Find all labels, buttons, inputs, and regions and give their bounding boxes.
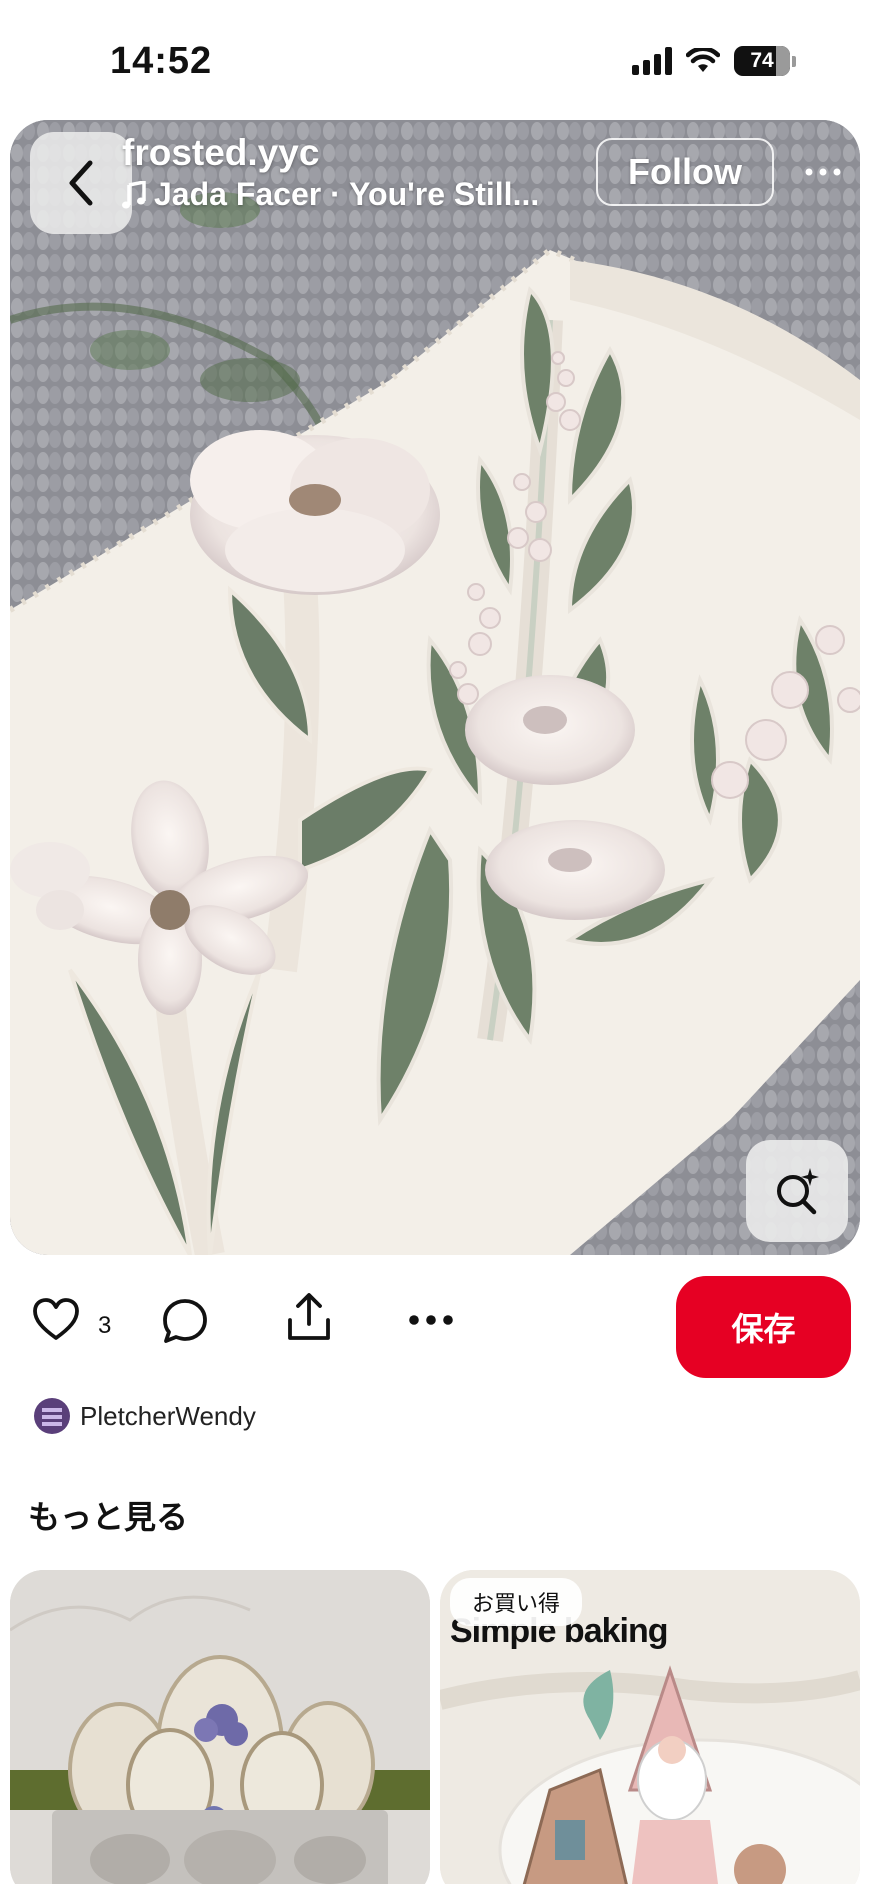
like-count: 3: [98, 1312, 112, 1339]
follow-button[interactable]: Follow: [596, 138, 774, 206]
comment-icon[interactable]: [162, 1298, 208, 1344]
more-horizontal-icon[interactable]: [408, 1314, 454, 1326]
back-arrow-icon: [69, 160, 93, 206]
back-button[interactable]: [30, 132, 132, 234]
pin-image[interactable]: frosted.yyc Jada Facer · You're Still...…: [10, 120, 860, 1255]
status-time: 14:52: [110, 40, 213, 82]
save-button[interactable]: 保存: [676, 1276, 851, 1378]
pinner-name[interactable]: PletcherWendy: [80, 1401, 256, 1432]
deal-badge: お買い得: [450, 1578, 583, 1626]
wifi-icon: [686, 48, 720, 72]
pin-more-button[interactable]: [798, 152, 848, 192]
cookie-photo: [10, 120, 860, 1255]
cellular-signal-icon: [632, 47, 672, 75]
related-pin-card[interactable]: お買い得 Simple baking: [440, 1570, 860, 1884]
action-row: 3 保存: [0, 1268, 870, 1378]
music-note-icon: [122, 180, 146, 208]
battery-icon: 74: [734, 46, 790, 76]
creator-name[interactable]: frosted.yyc: [122, 132, 319, 174]
status-icons: 74: [632, 46, 796, 76]
egg-cookies-thumbnail: [10, 1570, 430, 1884]
section-title: もっと見る: [28, 1499, 189, 1535]
visual-search-button[interactable]: [746, 1140, 848, 1242]
status-bar: 14:52 74: [0, 0, 870, 120]
visual-search-icon: [777, 1168, 819, 1215]
more-horizontal-icon: [805, 168, 841, 176]
related-pin-card[interactable]: [10, 1570, 430, 1884]
share-icon[interactable]: [286, 1292, 332, 1342]
music-line[interactable]: Jada Facer · You're Still...: [122, 176, 539, 213]
battery-tip: [792, 55, 796, 67]
music-title: Jada Facer · You're Still...: [154, 176, 540, 212]
heart-icon[interactable]: [32, 1298, 80, 1342]
avatar[interactable]: [34, 1398, 70, 1434]
pinner-row[interactable]: PletcherWendy: [34, 1398, 256, 1434]
battery-level: 74: [750, 49, 774, 72]
